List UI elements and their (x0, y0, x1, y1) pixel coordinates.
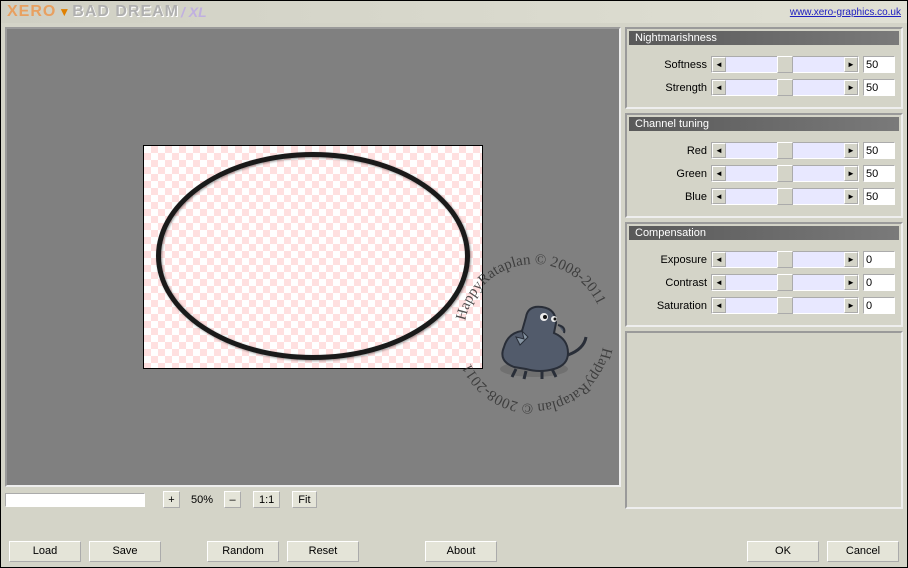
slider-left-icon[interactable]: ◄ (712, 252, 726, 267)
slider-right-icon[interactable]: ► (844, 275, 858, 290)
cancel-button[interactable]: Cancel (827, 541, 899, 562)
brand-xl: / XL (181, 4, 207, 20)
panel-title: Nightmarishness (629, 31, 899, 45)
strength-slider[interactable]: ◄ ► (711, 79, 859, 96)
side-spacer (625, 331, 903, 509)
contrast-label: Contrast (627, 277, 707, 289)
brand-product: BAD DREAM (72, 3, 179, 21)
zoom-fit-button[interactable]: Fit (292, 491, 316, 508)
panel-title: Compensation (629, 226, 899, 240)
slider-right-icon[interactable]: ► (844, 143, 858, 158)
slider-right-icon[interactable]: ► (844, 189, 858, 204)
row-red: Red ◄► (627, 139, 901, 162)
strength-label: Strength (627, 82, 707, 94)
red-label: Red (627, 145, 707, 157)
row-softness: Softness ◄ ► (627, 53, 901, 76)
slider-right-icon[interactable]: ► (844, 166, 858, 181)
softness-value[interactable] (863, 56, 895, 73)
row-strength: Strength ◄ ► (627, 76, 901, 99)
saturation-label: Saturation (627, 300, 707, 312)
ok-button[interactable]: OK (747, 541, 819, 562)
slider-right-icon[interactable]: ► (844, 252, 858, 267)
brand-triangle-icon: ▼ (58, 5, 70, 19)
softness-label: Softness (627, 59, 707, 71)
side-panels: Nightmarishness Softness ◄ ► Strength ◄ … (625, 27, 903, 509)
zoom-percent: 50% (184, 494, 220, 506)
saturation-value[interactable] (863, 297, 895, 314)
bottom-bar: Load Save Random Reset About OK Cancel (1, 535, 907, 567)
row-green: Green ◄► (627, 162, 901, 185)
panel-nightmarishness: Nightmarishness Softness ◄ ► Strength ◄ … (625, 27, 903, 109)
preview-area: HappyRataplan © 2008-2011 HappyRataplan … (5, 27, 621, 509)
green-value[interactable] (863, 165, 895, 182)
progress-bar (5, 493, 145, 507)
reset-button[interactable]: Reset (287, 541, 359, 562)
blue-slider[interactable]: ◄► (711, 188, 859, 205)
slider-left-icon[interactable]: ◄ (712, 143, 726, 158)
exposure-label: Exposure (627, 254, 707, 266)
preview-viewport[interactable]: HappyRataplan © 2008-2011 HappyRataplan … (5, 27, 621, 487)
blue-value[interactable] (863, 188, 895, 205)
slider-right-icon[interactable]: ► (844, 298, 858, 313)
about-button[interactable]: About (425, 541, 497, 562)
slider-left-icon[interactable]: ◄ (712, 189, 726, 204)
red-slider[interactable]: ◄► (711, 142, 859, 159)
brand-xero: XERO (7, 3, 56, 21)
oval-shape (156, 152, 470, 360)
load-button[interactable]: Load (9, 541, 81, 562)
slider-left-icon[interactable]: ◄ (712, 57, 726, 72)
strength-value[interactable] (863, 79, 895, 96)
green-label: Green (627, 168, 707, 180)
panel-compensation: Compensation Exposure ◄► Contrast ◄► Sat… (625, 222, 903, 327)
green-slider[interactable]: ◄► (711, 165, 859, 182)
titlebar: XERO ▼ BAD DREAM / XL www.xero-graphics.… (1, 1, 907, 23)
panel-title: Channel tuning (629, 117, 899, 131)
slider-left-icon[interactable]: ◄ (712, 298, 726, 313)
slider-left-icon[interactable]: ◄ (712, 166, 726, 181)
contrast-slider[interactable]: ◄► (711, 274, 859, 291)
zoom-out-button[interactable]: – (224, 491, 241, 508)
row-contrast: Contrast ◄► (627, 271, 901, 294)
slider-right-icon[interactable]: ► (844, 80, 858, 95)
slider-right-icon[interactable]: ► (844, 57, 858, 72)
blue-label: Blue (627, 191, 707, 203)
exposure-slider[interactable]: ◄► (711, 251, 859, 268)
red-value[interactable] (863, 142, 895, 159)
contrast-value[interactable] (863, 274, 895, 291)
zoom-bar: + 50% – 1:1 Fit (5, 487, 621, 509)
brand: XERO ▼ BAD DREAM / XL (7, 3, 207, 21)
zoom-1-1-button[interactable]: 1:1 (253, 491, 280, 508)
save-button[interactable]: Save (89, 541, 161, 562)
row-blue: Blue ◄► (627, 185, 901, 208)
saturation-slider[interactable]: ◄► (711, 297, 859, 314)
preview-image (143, 145, 483, 369)
slider-left-icon[interactable]: ◄ (712, 80, 726, 95)
panel-channel-tuning: Channel tuning Red ◄► Green ◄► Blue ◄► (625, 113, 903, 218)
exposure-value[interactable] (863, 251, 895, 268)
softness-slider[interactable]: ◄ ► (711, 56, 859, 73)
slider-left-icon[interactable]: ◄ (712, 275, 726, 290)
random-button[interactable]: Random (207, 541, 279, 562)
row-exposure: Exposure ◄► (627, 248, 901, 271)
zoom-in-button[interactable]: + (163, 491, 180, 508)
row-saturation: Saturation ◄► (627, 294, 901, 317)
website-link[interactable]: www.xero-graphics.co.uk (790, 7, 901, 18)
